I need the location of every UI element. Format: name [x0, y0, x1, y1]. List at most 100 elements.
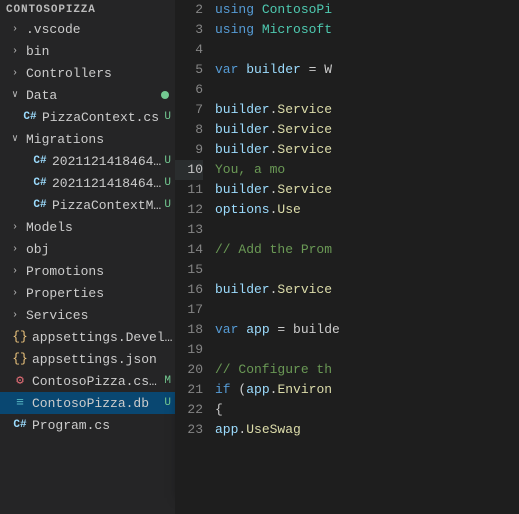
sidebar-item-label: 20211214184647_InitialCreate.Designer.cs [52, 176, 164, 191]
chevron-down-icon: ∨ [12, 133, 26, 145]
line-number: 17 [175, 300, 203, 320]
explorer-title: CONTOSOPIZZA [0, 0, 175, 18]
line-number: 8 [175, 120, 203, 140]
line-number-active: 10 [175, 160, 203, 180]
json-file-icon: {} [12, 351, 28, 367]
sidebar-item-migration2[interactable]: C# 20211214184647_InitialCreate.Designer… [0, 172, 175, 194]
sidebar-item-label: appsettings.Development.json [32, 330, 175, 345]
untracked-badge: U [164, 177, 171, 189]
code-line: var builder = W [211, 60, 519, 80]
line-number: 11 [175, 180, 203, 200]
chevron-right-icon: › [12, 310, 26, 321]
line-number: 19 [175, 340, 203, 360]
sidebar-item-label: bin [26, 44, 175, 59]
sidebar-item-models[interactable]: › Models [0, 216, 175, 238]
file-explorer: CONTOSOPIZZA › .vscode › bin › Controlle… [0, 0, 175, 514]
code-line [211, 300, 519, 320]
sidebar-item-migration3[interactable]: C# PizzaContextModelSnapshot.cs U [0, 194, 175, 216]
csproj-file-icon: ⚙ [12, 373, 28, 389]
sidebar-item-label: obj [26, 242, 175, 257]
sidebar-item-label: Models [26, 220, 175, 235]
sidebar-item-properties[interactable]: › Properties [0, 282, 175, 304]
line-number: 14 [175, 240, 203, 260]
line-number: 16 [175, 280, 203, 300]
csharp-file-icon: C# [32, 175, 48, 191]
chevron-right-icon: › [12, 222, 26, 233]
db-file-icon: ≡ [12, 395, 28, 411]
code-line [211, 80, 519, 100]
chevron-right-icon: › [12, 266, 26, 277]
untracked-badge: U [164, 199, 171, 211]
code-line: using Microsoft [211, 20, 519, 40]
chevron-right-icon: › [12, 24, 26, 35]
code-editor: 2 3 4 5 6 7 8 9 10 11 12 13 14 15 16 17 … [175, 0, 519, 514]
sidebar-item-services[interactable]: › Services [0, 304, 175, 326]
sidebar-item-pizzacontext[interactable]: C# PizzaContext.cs U [0, 106, 175, 128]
code-line: // Configure th [211, 360, 519, 380]
line-number: 18 [175, 320, 203, 340]
line-number: 3 [175, 20, 203, 40]
sidebar-item-controllers[interactable]: › Controllers [0, 62, 175, 84]
sidebar-item-migrations[interactable]: ∨ Migrations [0, 128, 175, 150]
json-file-icon: {} [12, 329, 28, 345]
sidebar-item-label: Properties [26, 286, 175, 301]
sidebar-item-appsettings-dev[interactable]: {} appsettings.Development.json [0, 326, 175, 348]
code-area: 2 3 4 5 6 7 8 9 10 11 12 13 14 15 16 17 … [175, 0, 519, 514]
csharp-file-icon: C# [32, 197, 48, 213]
sidebar-item-data[interactable]: ∨ Data [0, 84, 175, 106]
chevron-right-icon: › [12, 244, 26, 255]
code-line: builder.Service [211, 120, 519, 140]
code-line: builder.Service [211, 180, 519, 200]
sidebar-item-obj[interactable]: › obj [0, 238, 175, 260]
code-line: using ContosoPi [211, 0, 519, 20]
line-number: 9 [175, 140, 203, 160]
sidebar-item-label: ContosoPizza.db [32, 396, 164, 411]
line-number: 20 [175, 360, 203, 380]
code-lines: using ContosoPi using Microsoft var buil… [211, 0, 519, 514]
sidebar-item-label: 20211214184647_InitialCreate.cs [52, 154, 164, 169]
code-line: app.UseSwag [211, 420, 519, 440]
sidebar-item-label: Program.cs [32, 418, 175, 433]
line-number: 4 [175, 40, 203, 60]
sidebar-item-label: .vscode [26, 22, 175, 37]
code-line [211, 260, 519, 280]
code-line: builder.Service [211, 140, 519, 160]
line-number: 12 [175, 200, 203, 220]
line-number: 6 [175, 80, 203, 100]
csharp-file-icon: C# [22, 109, 38, 125]
chevron-right-icon: › [12, 46, 26, 57]
modified-badge: M [164, 375, 171, 387]
sidebar-item-csproj[interactable]: ⚙ ContosoPizza.csproj M [0, 370, 175, 392]
sidebar-item-label: Services [26, 308, 175, 323]
sidebar-item-bin[interactable]: › bin [0, 40, 175, 62]
sidebar-item-promotions[interactable]: › Promotions [0, 260, 175, 282]
line-number: 21 [175, 380, 203, 400]
line-number: 22 [175, 400, 203, 420]
line-number: 5 [175, 60, 203, 80]
sidebar-item-vscode[interactable]: › .vscode [0, 18, 175, 40]
sidebar-item-contosopizza-db[interactable]: ≡ ContosoPizza.db U [0, 392, 175, 414]
sidebar-item-migration1[interactable]: C# 20211214184647_InitialCreate.cs U [0, 150, 175, 172]
code-line: { [211, 400, 519, 420]
code-line: builder.Service [211, 100, 519, 120]
sidebar-item-label: Migrations [26, 132, 175, 147]
csharp-file-icon: C# [12, 417, 28, 433]
chevron-right-icon: › [12, 68, 26, 79]
code-line: if (app.Environ [211, 380, 519, 400]
sidebar-item-program[interactable]: C# Program.cs [0, 414, 175, 436]
untracked-badge: U [164, 155, 171, 167]
sidebar-item-label: ContosoPizza.csproj [32, 374, 164, 389]
code-line [211, 220, 519, 240]
modified-dot-badge [161, 91, 169, 99]
line-number: 7 [175, 100, 203, 120]
csharp-file-icon: C# [32, 153, 48, 169]
sidebar-item-label: Data [26, 88, 161, 103]
sidebar-item-appsettings[interactable]: {} appsettings.json [0, 348, 175, 370]
untracked-badge: U [164, 397, 171, 409]
line-number: 15 [175, 260, 203, 280]
line-numbers: 2 3 4 5 6 7 8 9 10 11 12 13 14 15 16 17 … [175, 0, 211, 514]
sidebar-item-label: Controllers [26, 66, 175, 81]
chevron-down-icon: ∨ [12, 89, 26, 101]
code-line [211, 340, 519, 360]
code-line [211, 40, 519, 60]
